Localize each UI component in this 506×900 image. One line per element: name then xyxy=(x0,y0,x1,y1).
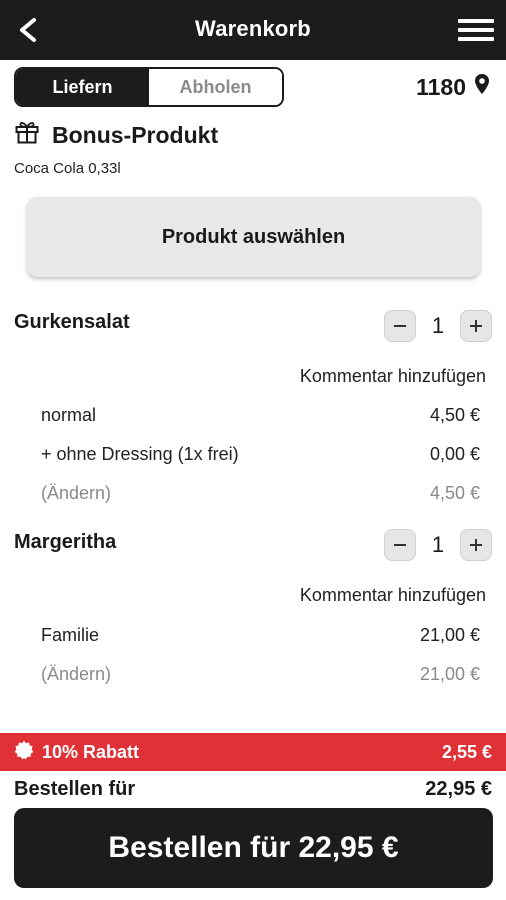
postal-code: 1180 xyxy=(416,73,466,100)
badge-icon xyxy=(14,740,34,765)
quantity-value: 1 xyxy=(431,532,445,557)
pickup-option[interactable]: Abholen xyxy=(149,69,282,105)
bonus-product-title: Bonus-Produkt xyxy=(52,121,219,148)
quantity-stepper: 1 xyxy=(384,528,492,562)
cart-item-name: Margeritha xyxy=(14,531,117,553)
item-option-line: Familie 21,00 € xyxy=(41,625,480,646)
option-label: Familie xyxy=(41,625,100,645)
decrease-quantity-button[interactable] xyxy=(384,529,416,561)
order-total-row: Bestellen für 22,95 € xyxy=(14,778,492,801)
hamburger-menu-icon[interactable] xyxy=(456,14,496,46)
item-total-price: 21,00 € xyxy=(419,664,480,684)
select-product-button[interactable]: Produkt auswählen xyxy=(27,197,480,277)
item-total-price: 4,50 € xyxy=(429,483,480,503)
place-order-button[interactable]: Bestellen für 22,95 € xyxy=(14,808,493,888)
deliver-option[interactable]: Liefern xyxy=(16,69,149,105)
add-comment-link[interactable]: Kommentar hinzufügen xyxy=(300,366,486,387)
quantity-value: 1 xyxy=(431,313,445,338)
item-option-line: + ohne Dressing (1x frei) 0,00 € xyxy=(41,444,480,465)
quantity-stepper: 1 xyxy=(384,309,492,343)
item-total-line: (Ändern) 4,50 € xyxy=(41,483,480,504)
cart-item-name: Gurkensalat xyxy=(14,311,130,333)
item-total-line: (Ändern) 21,00 € xyxy=(41,664,480,685)
gift-icon xyxy=(14,119,40,151)
option-price: 21,00 € xyxy=(419,625,480,645)
discount-label: 10% Rabatt xyxy=(42,741,140,762)
item-option-line: normal 4,50 € xyxy=(41,405,480,426)
location-pin-icon xyxy=(474,73,490,101)
location-selector[interactable]: 1180 xyxy=(416,72,490,102)
delivery-mode-toggle: Liefern Abholen xyxy=(14,67,284,107)
option-label: + ohne Dressing (1x frei) xyxy=(41,444,239,464)
page-title: Warenkorb xyxy=(195,16,311,41)
change-item-link[interactable]: (Ändern) xyxy=(41,483,111,504)
total-amount: 22,95 € xyxy=(425,778,492,800)
discount-amount: 2,55 € xyxy=(441,741,492,762)
total-label: Bestellen für xyxy=(14,778,136,800)
discount-banner: 10% Rabatt 2,55 € xyxy=(0,733,506,771)
bonus-product-heading: Bonus-Produkt xyxy=(14,120,218,150)
top-app-bar: Warenkorb xyxy=(0,0,506,60)
option-price: 4,50 € xyxy=(429,405,480,425)
decrease-quantity-button[interactable] xyxy=(384,310,416,342)
change-item-link[interactable]: (Ändern) xyxy=(41,664,111,685)
option-label: normal xyxy=(41,405,97,425)
bonus-product-subtitle: Coca Cola 0,33l xyxy=(14,160,121,177)
increase-quantity-button[interactable] xyxy=(460,529,492,561)
add-comment-link[interactable]: Kommentar hinzufügen xyxy=(300,585,486,606)
option-price: 0,00 € xyxy=(429,444,480,464)
increase-quantity-button[interactable] xyxy=(460,310,492,342)
